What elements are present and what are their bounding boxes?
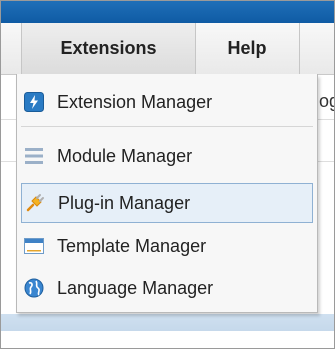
menu-item-plugin-manager[interactable]: Plug-in Manager	[21, 183, 313, 223]
menu-item-label: Language Manager	[57, 277, 214, 298]
template-manager-icon	[23, 235, 45, 257]
menu-item-label: Template Manager	[57, 235, 207, 256]
menu-tab-help[interactable]: Help	[195, 23, 300, 74]
menu-tab-extensions[interactable]: Extensions	[21, 23, 196, 74]
menu-bar: Extensions Help	[1, 23, 334, 75]
menu-separator	[21, 126, 313, 127]
module-manager-icon	[23, 145, 45, 167]
plugin-manager-icon	[24, 192, 46, 214]
menu-item-language-manager[interactable]: Language Manager	[21, 268, 313, 308]
menu-item-label: Extension Manager	[57, 91, 213, 112]
language-manager-icon	[23, 277, 45, 299]
menu-item-label: Plug-in Manager	[58, 192, 191, 213]
menu-tab-help-label: Help	[227, 38, 267, 58]
screenshot-frame: Extensions Help og Extension Manager	[0, 0, 335, 349]
bottom-strip	[1, 331, 334, 348]
menu-tab-extensions-label: Extensions	[60, 38, 157, 58]
background-text-fragment: og	[319, 91, 334, 111]
menu-item-template-manager[interactable]: Template Manager	[21, 226, 313, 266]
menu-item-module-manager[interactable]: Module Manager	[21, 136, 313, 176]
top-bar	[1, 1, 334, 23]
menu-item-label: Module Manager	[57, 145, 193, 166]
extensions-dropdown-menu: Extension Manager Module Manager Plug-in…	[16, 74, 318, 313]
menu-item-extension-manager[interactable]: Extension Manager	[21, 82, 313, 122]
extension-manager-icon	[23, 91, 45, 113]
